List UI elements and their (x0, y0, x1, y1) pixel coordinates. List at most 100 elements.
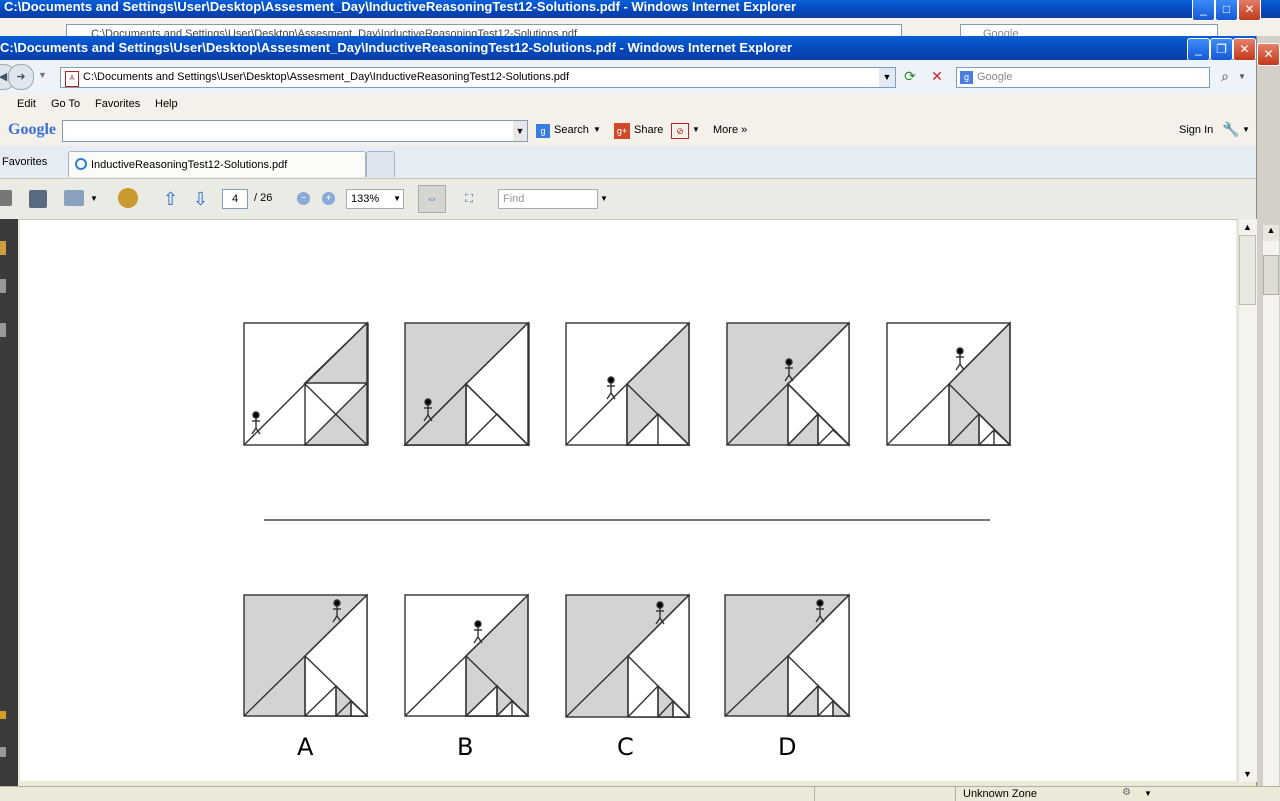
sign-in-button[interactable]: Sign In (1179, 124, 1213, 136)
sequence-frame-3 (565, 321, 691, 446)
answer-label-d: D (778, 733, 797, 761)
comments-panel-icon[interactable] (0, 711, 6, 719)
back-address-field[interactable]: C:\Documents and Settings\User\Desktop\A… (66, 24, 902, 36)
menu-help[interactable]: Help (155, 98, 178, 110)
answer-figure-c[interactable] (565, 593, 691, 718)
attachments-panel-icon[interactable] (0, 279, 6, 293)
back-window-titlebar: C:\Documents and Settings\User\Desktop\A… (0, 0, 1280, 18)
answer-figure-b[interactable] (404, 593, 530, 717)
back-search-field[interactable]: Google (960, 24, 1218, 36)
search-options-dropdown-icon[interactable]: ▼ (1238, 72, 1246, 81)
google-search-dropdown[interactable]: ▼ (593, 125, 601, 134)
search-icon[interactable]: ⌕ (1214, 68, 1236, 88)
answer-label-b: B (457, 733, 474, 761)
fit-width-icon[interactable]: ⇔ (418, 185, 446, 213)
status-divider (955, 787, 956, 801)
google-search-button[interactable]: Search (554, 124, 589, 136)
zoom-in-icon[interactable]: + (322, 192, 335, 205)
page-number-input[interactable]: 4 (222, 189, 248, 209)
sequence-frame-1 (243, 321, 369, 446)
stick-figure-icon (606, 376, 616, 400)
search-placeholder: Google (977, 71, 1013, 83)
page-total: / 26 (254, 192, 273, 204)
back-close-button[interactable]: ✕ (1238, 0, 1261, 21)
answer-figure-a[interactable] (243, 593, 369, 717)
google-toolbar: Google ▼ g Search ▼ g+ Share ⊘ ▼ More » … (0, 116, 1256, 147)
menu-favorites[interactable]: Favorites (95, 98, 140, 110)
next-page-icon[interactable]: ⇩ (193, 190, 213, 208)
google-search-input[interactable]: ▼ (62, 120, 528, 142)
close-button[interactable]: ✕ (1233, 38, 1256, 61)
answer-label-c: C (617, 733, 634, 761)
collaborate-icon[interactable] (118, 188, 138, 208)
zoom-status-dropdown-icon[interactable]: ▼ (1144, 789, 1152, 798)
back-window-title: C:\Documents and Settings\User\Desktop\A… (4, 0, 797, 14)
find-dropdown-icon[interactable]: ▼ (600, 194, 608, 203)
new-tab-button[interactable] (366, 151, 395, 177)
save-icon[interactable] (29, 190, 47, 208)
print-icon[interactable] (0, 190, 12, 206)
window-titlebar: C:\Documents and Settings\User\Desktop\A… (0, 36, 1256, 60)
address-bar-row: ◀ ➜ ▼ A C:\Documents and Settings\User\D… (0, 60, 1256, 95)
maximize-button[interactable]: ❐ (1210, 38, 1233, 61)
search-field[interactable]: g Google (956, 67, 1210, 88)
pdf-navigation-panel (0, 219, 18, 786)
google-logo[interactable]: Google (8, 121, 56, 139)
tab-title: InductiveReasoningTest12-Solutions.pdf (91, 159, 288, 171)
wrench-icon[interactable]: 🔧 (1222, 121, 1239, 138)
status-divider (814, 787, 815, 801)
protected-mode-icon[interactable]: ⚙ (1122, 787, 1131, 798)
minimize-button[interactable]: _ (1187, 38, 1210, 61)
menu-go-to[interactable]: Go To (51, 98, 80, 110)
share-button[interactable]: Share (634, 124, 663, 136)
document-scrollbar[interactable]: ▲ ▼ (1238, 219, 1257, 782)
address-dropdown-icon[interactable]: ▼ (879, 68, 895, 87)
answer-figure-d[interactable] (724, 593, 851, 717)
sequence-frame-4 (726, 321, 851, 447)
google-search-icon[interactable]: g (536, 124, 550, 138)
back-maximize-button[interactable]: □ (1215, 0, 1238, 21)
zoom-select[interactable]: 133% ▼ (346, 189, 404, 209)
back-window-address-strip: C:\Documents and Settings\User\Desktop\A… (0, 18, 1280, 36)
side-window-close-button[interactable]: ✕ (1257, 43, 1280, 66)
signatures-panel-icon[interactable] (0, 323, 6, 337)
more-button[interactable]: More » (713, 124, 747, 136)
stop-icon[interactable]: ✕ (927, 68, 947, 88)
history-dropdown-icon[interactable]: ▼ (38, 70, 47, 80)
refresh-icon[interactable]: ⟳ (900, 68, 920, 88)
fit-page-icon[interactable]: ⛶ (460, 189, 478, 209)
pages-panel-icon[interactable] (0, 241, 6, 255)
favorites-button[interactable]: Favorites (2, 156, 47, 168)
forward-arrow-icon[interactable]: ➜ (8, 64, 34, 90)
answer-label-a: A (297, 733, 314, 761)
tab-active-pdf[interactable]: InductiveReasoningTest12-Solutions.pdf (68, 151, 366, 177)
back-minimize-button[interactable]: _ (1192, 0, 1215, 21)
scroll-up-arrow-icon[interactable]: ▲ (1239, 219, 1256, 235)
menu-bar (0, 94, 1256, 117)
side-scrollbar[interactable]: ▲ (1262, 225, 1279, 787)
share-icon[interactable]: g+ (614, 123, 630, 139)
previous-page-icon[interactable]: ⇧ (163, 190, 183, 208)
blocker-dropdown-icon[interactable]: ▼ (692, 125, 700, 134)
zoom-dropdown-icon[interactable]: ▼ (393, 190, 401, 208)
blocker-icon[interactable]: ⊘ (671, 123, 689, 139)
security-zone: Unknown Zone (963, 788, 1037, 800)
window-title: C:\Documents and Settings\User\Desktop\A… (0, 40, 793, 55)
zoom-out-icon[interactable]: − (297, 192, 310, 205)
address-field[interactable]: A C:\Documents and Settings\User\Desktop… (60, 67, 896, 88)
wrench-dropdown-icon[interactable]: ▼ (1242, 125, 1250, 134)
find-input[interactable]: Find (498, 189, 598, 209)
pdf-toolbar: ▼ ⇧ ⇩ 4 / 26 − + 133% ▼ ⇔ ⛶ Find ▼ (0, 179, 1256, 220)
edit-panel-icon[interactable] (0, 747, 6, 757)
ie-page-icon (75, 158, 87, 170)
email-dropdown-icon[interactable]: ▼ (90, 194, 98, 203)
email-icon[interactable] (64, 190, 84, 206)
pdf-page (20, 220, 1236, 781)
scroll-thumb[interactable] (1239, 235, 1256, 305)
menu-edit[interactable]: Edit (17, 98, 36, 110)
status-bar: Unknown Zone ⚙ ▼ (0, 786, 1280, 801)
scroll-down-arrow-icon[interactable]: ▼ (1239, 766, 1256, 782)
google-search-dropdown-icon[interactable]: ▼ (513, 121, 527, 141)
address-text: C:\Documents and Settings\User\Desktop\A… (83, 71, 570, 83)
puzzle-figures (243, 321, 1012, 718)
